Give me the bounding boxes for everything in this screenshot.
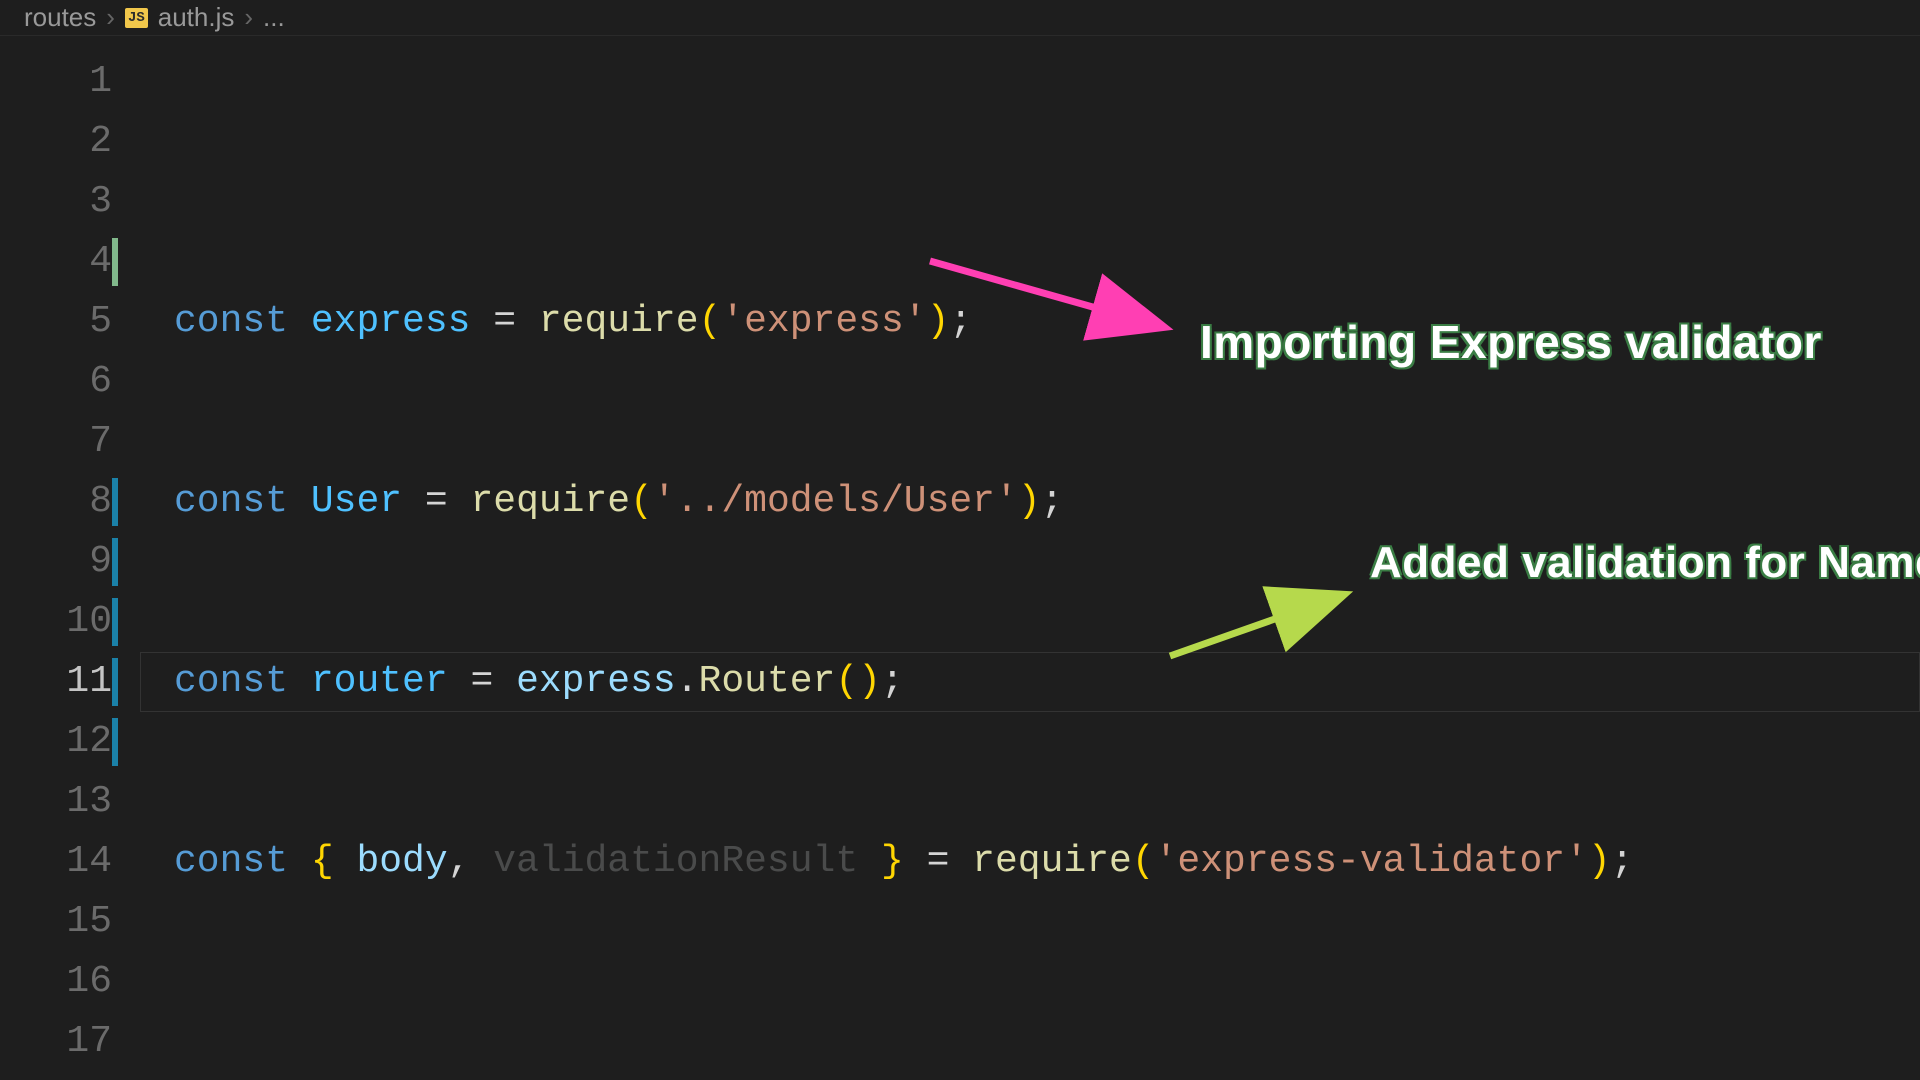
code-line[interactable]: const { body, validationResult } = requi… (174, 832, 1920, 892)
js-file-icon: JS (125, 8, 148, 28)
code-line[interactable] (174, 1012, 1920, 1072)
line-number: 14 (0, 832, 112, 892)
line-number: 8 (0, 472, 112, 532)
breadcrumb[interactable]: routes › JS auth.js › ... (0, 0, 1920, 36)
line-number: 3 (0, 172, 112, 232)
line-number: 1 (0, 52, 112, 112)
line-number: 2 (0, 112, 112, 172)
code-line[interactable]: const express = require('express'); (174, 292, 1920, 352)
breadcrumb-file[interactable]: auth.js (158, 2, 235, 33)
code-line[interactable]: const router = express.Router(); (174, 652, 1920, 712)
line-number: 7 (0, 412, 112, 472)
line-number: 6 (0, 352, 112, 412)
line-number-gutter: 1234567891011121314151617 (0, 36, 140, 1080)
line-number: 17 (0, 1012, 112, 1072)
chevron-right-icon: › (244, 2, 253, 33)
annotation-overlay (140, 36, 1920, 1080)
code-area[interactable]: const express = require('express'); cons… (140, 36, 1920, 1080)
code-line[interactable]: const User = require('../models/User'); (174, 472, 1920, 532)
code-editor[interactable]: 1234567891011121314151617 const express … (0, 36, 1920, 1080)
line-number: 16 (0, 952, 112, 1012)
line-number: 4 (0, 232, 112, 292)
breadcrumb-folder[interactable]: routes (24, 2, 96, 33)
line-number: 5 (0, 292, 112, 352)
line-number: 15 (0, 892, 112, 952)
annotation-label: Added validation for Name, Email and Pas… (1370, 540, 1890, 586)
line-number: 9 (0, 532, 112, 592)
line-number: 11 (0, 652, 112, 712)
breadcrumb-trailing: ... (263, 2, 285, 33)
chevron-right-icon: › (106, 2, 115, 33)
line-number: 13 (0, 772, 112, 832)
line-number: 12 (0, 712, 112, 772)
line-number: 10 (0, 592, 112, 652)
